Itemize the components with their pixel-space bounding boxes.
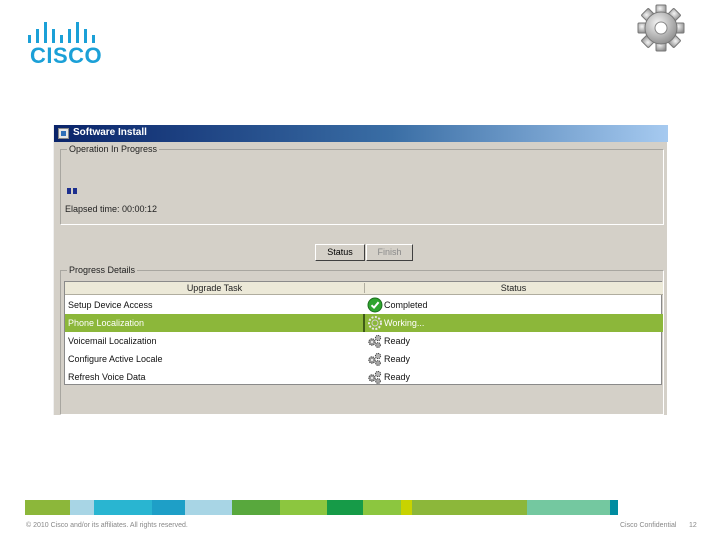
column-header-status[interactable]: Status <box>364 283 662 293</box>
window-title: Software Install <box>73 127 147 138</box>
stripe-segment <box>401 500 412 515</box>
status-button[interactable]: Status <box>315 244 365 261</box>
upgrade-task-name: Setup Device Access <box>68 300 153 310</box>
cisco-logo: CISCO <box>26 20 102 68</box>
footer-color-stripe <box>25 500 694 515</box>
details-group-label: Progress Details <box>67 265 138 275</box>
cisco-bridge-icon <box>28 22 95 43</box>
stripe-segment <box>327 500 363 515</box>
install-progress-bar <box>67 188 663 194</box>
gears-icon <box>367 369 383 385</box>
software-install-window: Software Install Operation In Progress E… <box>53 125 668 415</box>
column-header-upgrade-task[interactable]: Upgrade Task <box>65 283 364 293</box>
stripe-segment <box>280 500 327 515</box>
upgrade-task-name: Configure Active Locale <box>68 354 163 364</box>
gears-icon <box>367 351 383 367</box>
table-row[interactable]: Setup Device Access Completed <box>65 296 663 314</box>
column-divider <box>363 314 365 332</box>
gears-icon <box>367 333 383 349</box>
window-titlebar[interactable]: Software Install <box>54 125 668 142</box>
finish-button[interactable]: Finish <box>366 244 413 261</box>
upgrade-task-name: Refresh Voice Data <box>68 372 146 382</box>
app-icon <box>58 128 69 139</box>
stripe-segment <box>185 500 232 515</box>
stripe-segment <box>527 500 610 515</box>
operation-in-progress-group: Operation In Progress Elapsed time: 00:0… <box>60 144 664 225</box>
upgrade-task-name: Voicemail Localization <box>68 336 157 346</box>
upgrade-task-table: Upgrade Task Status Setup Device Access C… <box>64 281 663 386</box>
stripe-segment <box>610 500 618 515</box>
stripe-segment <box>232 500 280 515</box>
task-status-text: Working... <box>384 318 425 328</box>
task-status-text: Completed <box>384 300 428 310</box>
progress-fill <box>67 188 79 194</box>
spinner-icon <box>367 315 383 331</box>
cisco-wordmark: CISCO <box>30 43 103 68</box>
check-icon <box>367 297 383 313</box>
stripe-segment <box>25 500 70 515</box>
stripe-segment <box>70 500 94 515</box>
elapsed-time-label: Elapsed time: 00:00:12 <box>65 204 158 214</box>
task-status-text: Ready <box>384 336 411 346</box>
task-status-text: Ready <box>384 372 411 382</box>
table-row[interactable]: Voicemail Localization Ready <box>65 332 663 350</box>
stripe-segment <box>152 500 185 515</box>
upgrade-task-name: Phone Localization <box>68 318 145 328</box>
stripe-segment <box>412 500 527 515</box>
stripe-segment <box>94 500 152 515</box>
stripe-segment <box>363 500 401 515</box>
confidential-label: Cisco Confidential <box>620 522 677 529</box>
table-row[interactable]: Configure Active Locale Ready <box>65 350 663 368</box>
gear-icon <box>637 4 685 52</box>
copyright-text: © 2010 Cisco and/or its affiliates. All … <box>26 522 188 529</box>
task-status-text: Ready <box>384 354 411 364</box>
table-row[interactable]: Refresh Voice Data Ready <box>65 368 663 386</box>
table-row[interactable]: Phone Localization Working... <box>65 314 663 332</box>
page-number: 12 <box>689 522 697 529</box>
operation-group-label: Operation In Progress <box>67 144 160 154</box>
table-header: Upgrade Task Status <box>65 282 663 295</box>
